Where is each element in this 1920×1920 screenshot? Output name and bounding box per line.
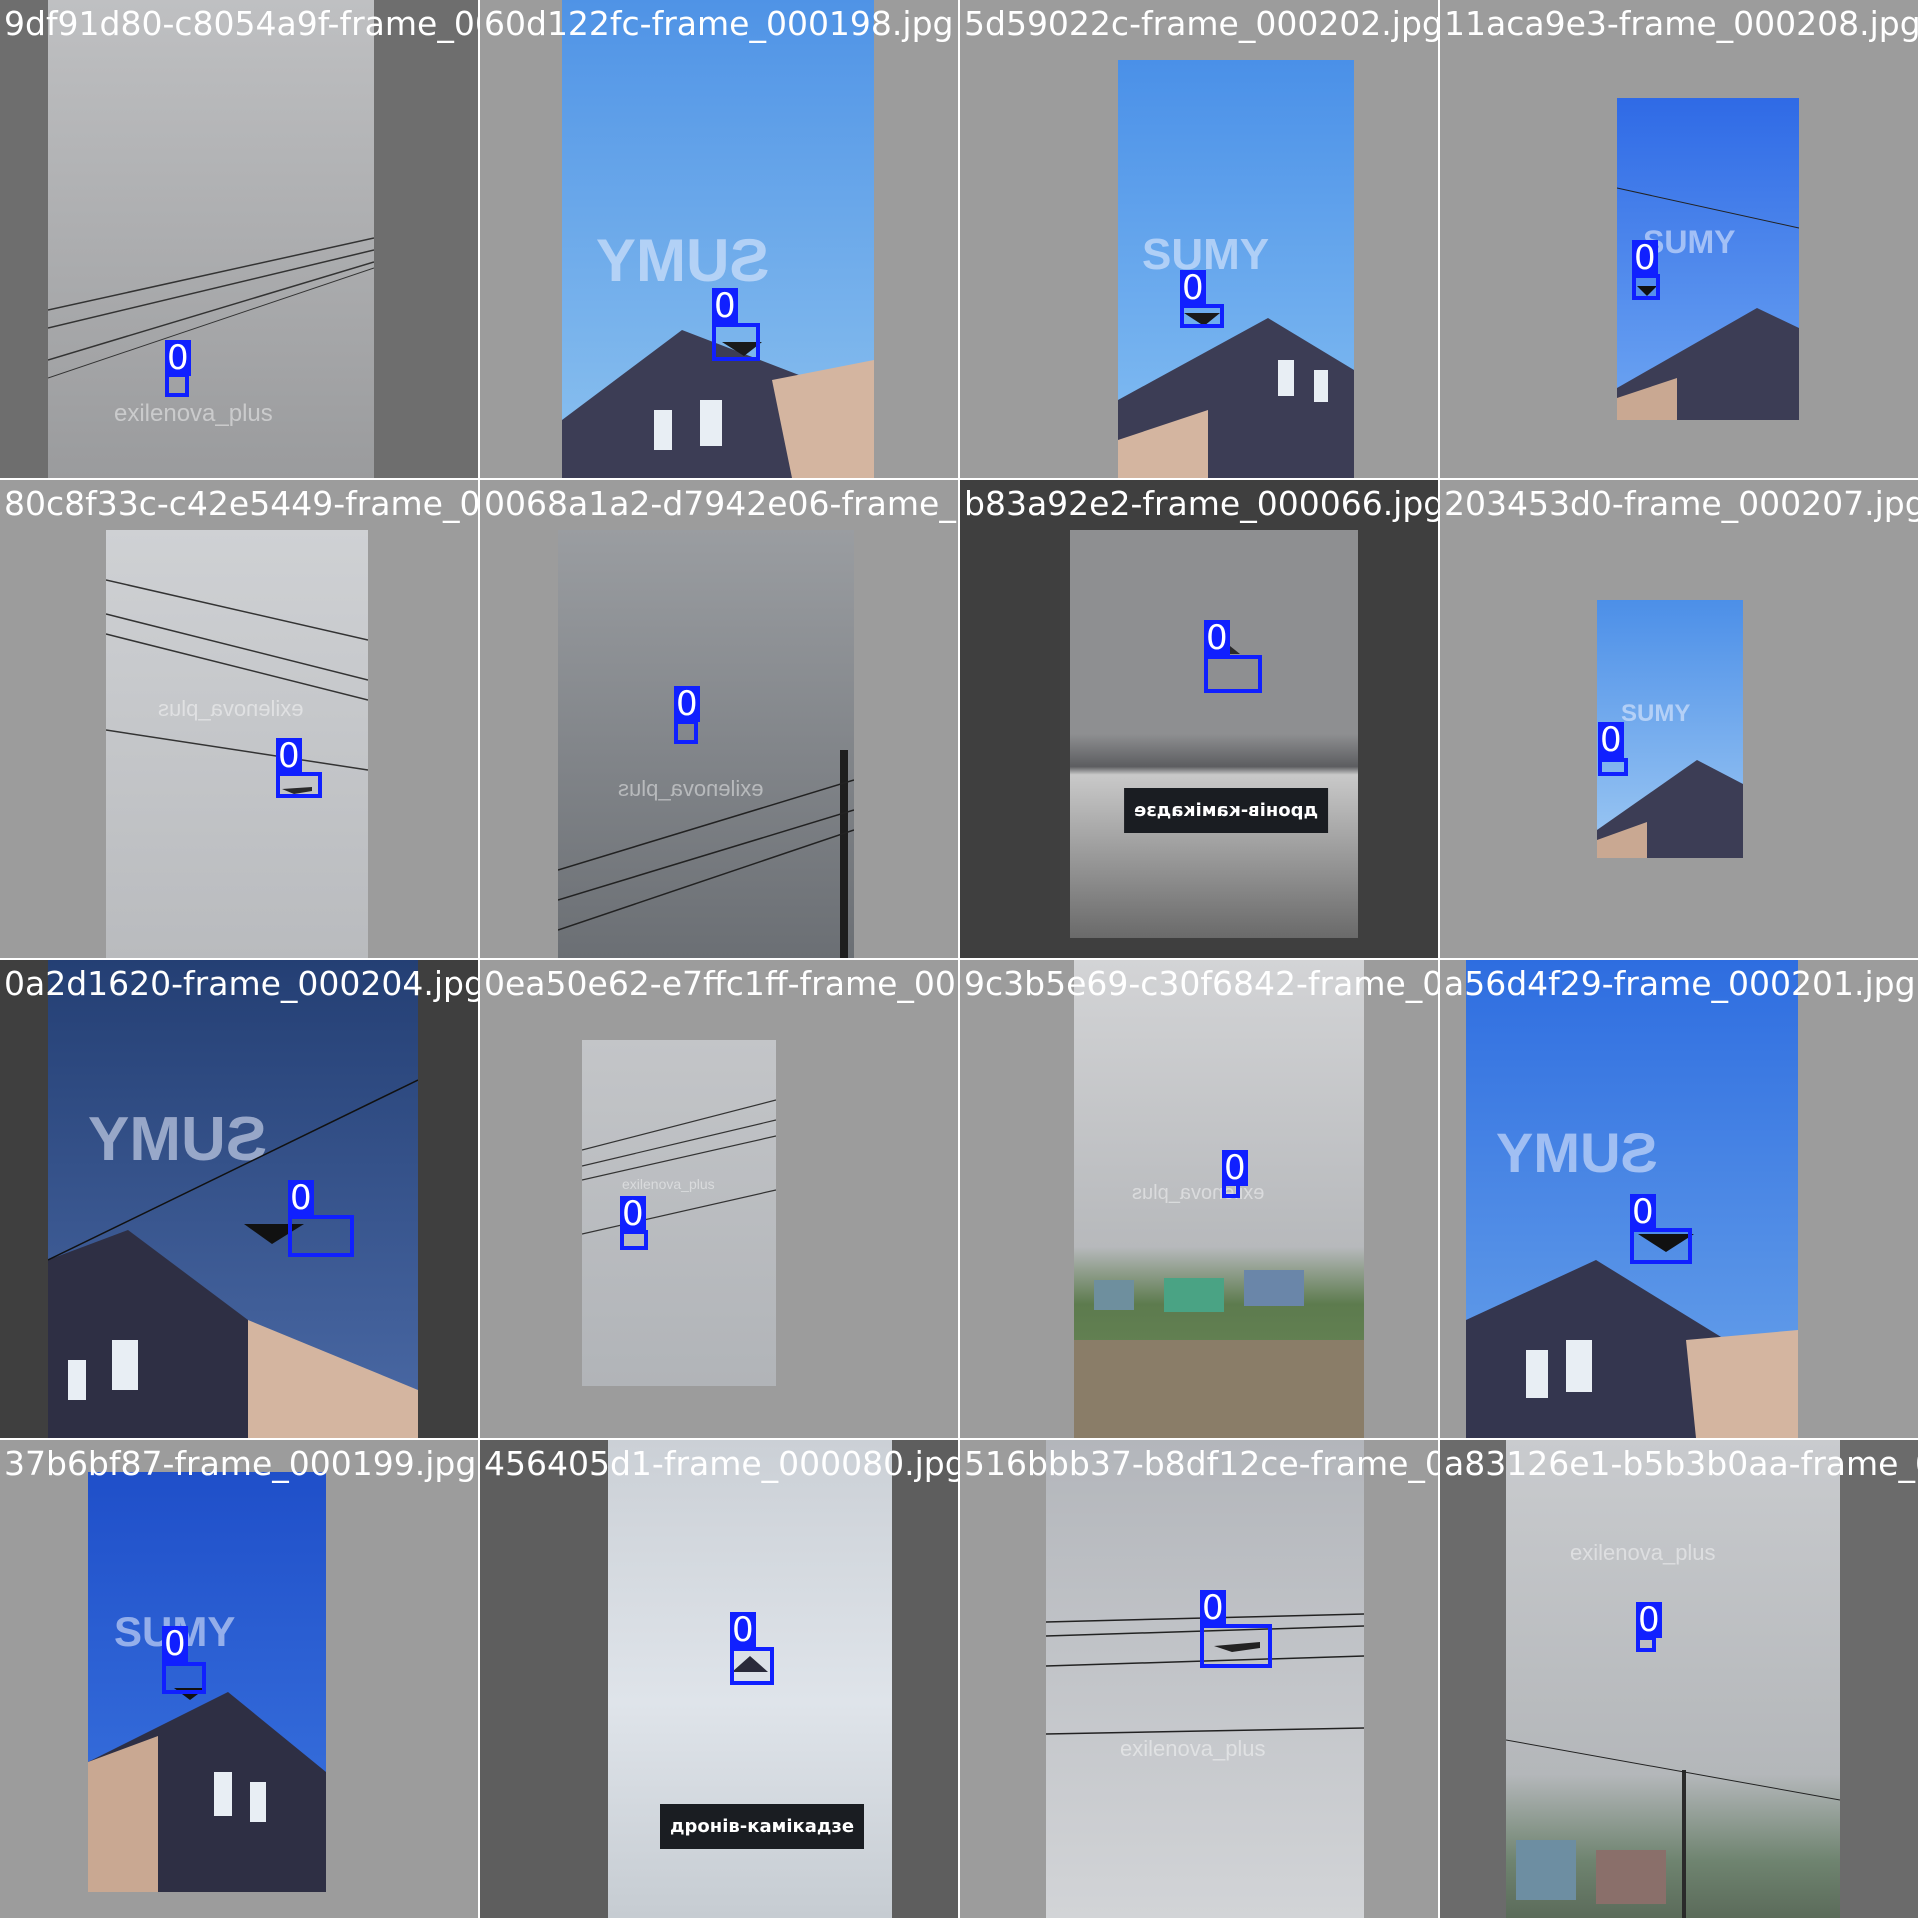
filename-label: 9c3b5e69-c30f6842-frame_000127.jpg: [964, 964, 1440, 1003]
tile-8[interactable]: SUMY 0 203453d0-frame_000207.jpg: [1440, 480, 1920, 960]
caption-banner: дронів-камікадзе: [1124, 788, 1329, 833]
detection-label: 0: [730, 1610, 756, 1650]
video-frame: exilenova_plus: [1506, 1440, 1840, 1918]
detection-box[interactable]: [1204, 655, 1262, 693]
filename-label: 456405d1-frame_000080.jpg: [484, 1444, 960, 1483]
caption-banner: дронів-камікадзе: [660, 1804, 865, 1849]
tile-15[interactable]: exilenova_plus 0 516bbb37-b8df12ce-frame…: [960, 1440, 1440, 1920]
video-frame: exilenova_plus: [106, 530, 368, 958]
filename-label: 0a2d1620-frame_000204.jpg: [4, 964, 480, 1003]
filename-label: 5d59022c-frame_000202.jpg: [964, 4, 1440, 43]
filename-label: b83a92e2-frame_000066.jpg: [964, 484, 1440, 523]
video-frame: SUMY: [48, 960, 418, 1438]
detection-box[interactable]: [288, 1215, 354, 1257]
village: [1506, 1739, 1840, 1918]
detection-box[interactable]: [1200, 1624, 1272, 1668]
tile-1[interactable]: exilenova_plus 0 9df91d80-c8054a9f-frame…: [0, 0, 480, 480]
tile-4[interactable]: SUMY 0 11aca9e3-frame_000208.jpg: [1440, 0, 1920, 480]
video-frame: дронів-камікадзе: [1070, 530, 1358, 938]
house: [1118, 318, 1354, 478]
detection-label: 0: [674, 684, 700, 724]
detection-label: 0: [1630, 1192, 1656, 1232]
tile-11[interactable]: exilenova_plus 0 9c3b5e69-c30f6842-frame…: [960, 960, 1440, 1440]
video-frame: exilenova_plus: [48, 0, 374, 478]
filename-label: a56d4f29-frame_000201.jpg: [1444, 964, 1916, 1003]
watermark: exilenova_plus: [114, 400, 273, 427]
detection-mosaic: exilenova_plus 0 9df91d80-c8054a9f-frame…: [0, 0, 1920, 1920]
filename-label: 11aca9e3-frame_000208.jpg: [1444, 4, 1920, 43]
caption-text: дронів-камікадзе: [1134, 800, 1319, 821]
detection-box[interactable]: [1630, 1228, 1692, 1264]
detection-label: 0: [1636, 1600, 1662, 1640]
filename-label: 203453d0-frame_000207.jpg: [1444, 484, 1920, 523]
filename-label: 37b6bf87-frame_000199.jpg: [4, 1444, 477, 1483]
video-frame: SUMY: [88, 1472, 326, 1892]
tile-3[interactable]: SUMY 0 5d59022c-frame_000202.jpg: [960, 0, 1440, 480]
video-frame: exilenova_plus: [1074, 960, 1364, 1438]
village-houses: [1074, 1270, 1364, 1438]
video-frame: SUMY: [1118, 60, 1354, 478]
tile-14[interactable]: дронів-камікадзе 0 456405d1-frame_000080…: [480, 1440, 960, 1920]
filename-label: 0ea50e62-e7ffc1ff-frame_000209.jpg: [484, 964, 958, 1003]
detection-label: 0: [712, 286, 738, 326]
tile-13[interactable]: SUMY 0 37b6bf87-frame_000199.jpg: [0, 1440, 480, 1920]
filename-label: a83126e1-b5b3b0aa-frame_000166.jpg: [1444, 1444, 1918, 1483]
detection-label: 0: [1632, 238, 1658, 278]
filename-label: 60d122fc-frame_000198.jpg: [484, 4, 954, 43]
detection-box[interactable]: [162, 1662, 206, 1694]
detection-box[interactable]: [730, 1647, 774, 1685]
power-lines: [582, 1099, 776, 1235]
tile-10[interactable]: exilenova_plus 0 0ea50e62-e7ffc1ff-frame…: [480, 960, 960, 1440]
tile-6[interactable]: exilenova_plus 0 0068a1a2-d7942e06-frame…: [480, 480, 960, 960]
detection-label: 0: [620, 1194, 646, 1234]
tile-12[interactable]: SUMY 0 a56d4f29-frame_000201.jpg: [1440, 960, 1920, 1440]
watermark: exilenova_plus: [622, 1176, 715, 1192]
detection-label: 0: [1598, 720, 1624, 760]
filename-label: 9df91d80-c8054a9f-frame_000125.jpg: [4, 4, 478, 43]
house: [88, 1692, 326, 1892]
detection-box[interactable]: [712, 323, 760, 361]
filename-label: 0068a1a2-d7942e06-frame_000202.jpg: [484, 484, 958, 523]
video-frame: exilenova_plus: [1046, 1440, 1364, 1918]
tile-9[interactable]: SUMY 0 0a2d1620-frame_000204.jpg: [0, 960, 480, 1440]
detection-label: 0: [1200, 1588, 1226, 1628]
filename-label: 516bbb37-b8df12ce-frame_000320.jpg: [964, 1444, 1440, 1483]
detection-label: 0: [1204, 618, 1230, 658]
house: [562, 330, 874, 478]
tile-2[interactable]: SUMY 0 60d122fc-frame_000198.jpg: [480, 0, 960, 480]
power-lines: [106, 579, 368, 771]
watermark: exilenova_plus: [1120, 1736, 1266, 1761]
detection-label: 0: [288, 1178, 314, 1218]
detection-label: 0: [165, 338, 191, 378]
watermark: exilenova_plus: [158, 696, 304, 721]
caption-text: дронів-камікадзе: [670, 1816, 855, 1837]
tile-7[interactable]: дронів-камікадзе 0 b83a92e2-frame_000066…: [960, 480, 1440, 960]
detection-label: 0: [162, 1624, 188, 1664]
power-lines: [1046, 1613, 1364, 1735]
filename-label: 80c8f33c-c42e5449-frame_000171.jpg: [4, 484, 480, 523]
video-frame: exilenova_plus: [558, 530, 854, 958]
watermark: exilenova_plus: [618, 776, 764, 801]
video-frame: SUMY: [562, 0, 874, 478]
detection-box[interactable]: [1598, 758, 1628, 776]
house: [48, 1079, 418, 1438]
tile-5[interactable]: exilenova_plus 0 80c8f33c-c42e5449-frame…: [0, 480, 480, 960]
detection-label: 0: [1180, 268, 1206, 308]
power-lines: [558, 750, 854, 958]
video-frame: exilenova_plus: [582, 1040, 776, 1386]
detection-label: 0: [276, 736, 302, 776]
detection-label: 0: [1222, 1148, 1248, 1188]
tile-16[interactable]: exilenova_plus 0 a83126e1-b5b3b0aa-frame…: [1440, 1440, 1920, 1920]
